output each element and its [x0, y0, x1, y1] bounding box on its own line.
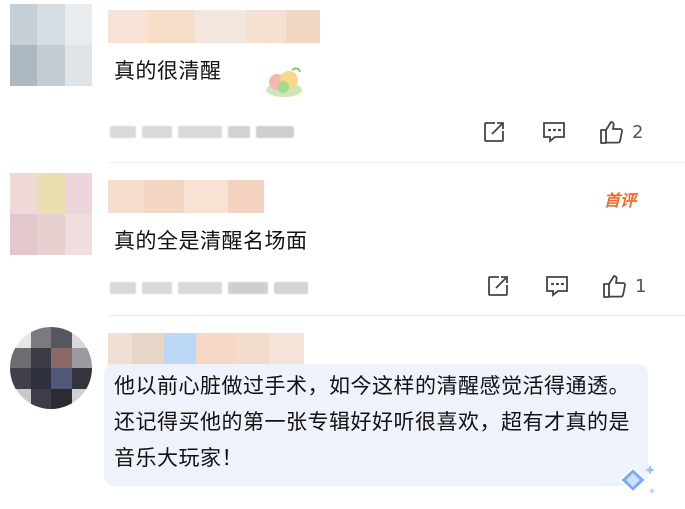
like-count: 1 — [635, 275, 647, 297]
comment-meta — [110, 282, 308, 294]
like-icon — [600, 121, 623, 144]
username[interactable] — [108, 333, 304, 366]
share-button[interactable] — [482, 120, 506, 144]
divider — [108, 315, 685, 316]
sticker-icon — [262, 64, 306, 104]
comment-text: 真的很清醒 — [114, 59, 222, 83]
avatar[interactable] — [10, 327, 92, 409]
like-count: 2 — [632, 121, 644, 143]
sparkle-diamond-icon — [612, 462, 658, 502]
divider — [108, 162, 685, 163]
username[interactable] — [108, 180, 264, 213]
share-icon — [484, 122, 504, 142]
avatar[interactable] — [10, 4, 92, 86]
comment-text: 真的全是清醒名场面 — [114, 229, 308, 253]
like-button[interactable]: 2 — [598, 118, 643, 146]
reply-button[interactable] — [541, 120, 567, 144]
comment-icon — [543, 122, 565, 143]
reply-button[interactable] — [544, 274, 570, 298]
username[interactable] — [108, 10, 320, 43]
share-button[interactable] — [486, 274, 510, 298]
first-comment-badge: 首评 — [604, 191, 637, 210]
comment-meta — [110, 126, 294, 138]
like-icon — [603, 275, 626, 298]
share-icon — [488, 276, 508, 296]
like-button[interactable]: 1 — [601, 272, 646, 300]
comment-text: 他以前心脏做过手术，如今这样的清醒感觉活得通透。还记得买他的第一张专辑好好听很喜… — [114, 374, 630, 470]
avatar[interactable] — [10, 173, 92, 255]
comment-icon — [546, 276, 568, 297]
